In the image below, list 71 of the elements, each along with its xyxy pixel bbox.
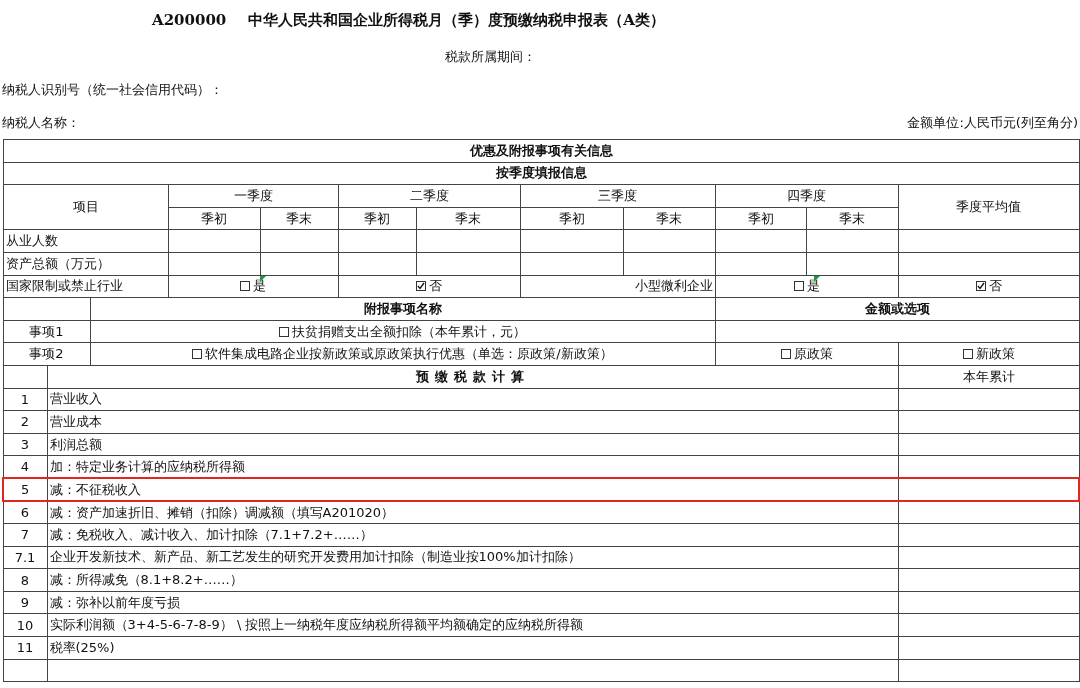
option-label: 新政策 [975, 345, 1015, 364]
checkbox[interactable] [780, 349, 791, 360]
form-code: A200000 [152, 11, 227, 29]
column-header: 季初 [168, 207, 260, 230]
row-label: 实际利润额（3+4-5-6-7-8-9） \ 按照上一纳税年度应纳税所得额平均额确定的应纳税所得额 [47, 613, 898, 637]
option-label: 否 [988, 277, 1002, 296]
row-label: 减：免税收入、减计收入、加计扣除（7.1+7.2+……） [47, 523, 898, 547]
option-label: 软件集成电路企业按新政策或原政策执行优惠（单选：原政策/新政策） [205, 345, 613, 364]
row-label: 国家限制或禁止行业 [3, 275, 168, 298]
row-number: 2 [3, 410, 47, 434]
row-number: 7.1 [3, 546, 47, 569]
row-label: 从业人数 [3, 229, 168, 253]
form-title: 中华人民共和国企业所得税月（季）度预缴纳税申报表（A类） [248, 10, 665, 30]
column-header: 金额或选项 [715, 297, 1080, 321]
row-number: 10 [3, 613, 47, 637]
checkbox[interactable] [279, 326, 289, 337]
checkbox[interactable] [416, 281, 426, 292]
row-label: 利润总额 [47, 433, 898, 456]
row-label: 事项2 [3, 342, 90, 366]
row-label: 减：所得减免（8.1+8.2+……） [47, 568, 898, 592]
option-label: 否 [429, 277, 442, 296]
row-number: 8 [3, 568, 47, 592]
column-header: 附报事项名称 [90, 297, 715, 321]
row-label: 营业成本 [47, 410, 898, 434]
column-header: 本年累计 [898, 365, 1080, 389]
column-header: 三季度 [520, 184, 715, 208]
row-label: 减：不征税收入 [47, 478, 898, 501]
section-heading: 按季度填报信息 [3, 162, 1080, 185]
row-label: 加：特定业务计算的应纳税所得额 [47, 455, 898, 479]
row-label: 小型微利企业 [520, 275, 715, 298]
checkbox[interactable] [793, 281, 804, 292]
row-number: 11 [3, 636, 47, 660]
column-header: 预缴税款计算 [47, 365, 898, 389]
row-number: 9 [3, 591, 47, 614]
column-header: 季初 [715, 207, 806, 230]
column-header: 季度平均值 [898, 184, 1080, 230]
checkbox[interactable] [975, 281, 986, 292]
column-header: 季初 [338, 207, 416, 230]
column-header: 二季度 [338, 184, 520, 208]
option-label: 是 [253, 277, 266, 296]
row-label: 减：弥补以前年度亏损 [47, 591, 898, 614]
column-header: 季末 [416, 207, 520, 230]
row-number: 6 [3, 501, 47, 524]
column-header: 季初 [520, 207, 623, 230]
row-number: 4 [3, 455, 47, 479]
column-header: 四季度 [715, 184, 898, 208]
column-header: 一季度 [168, 184, 338, 208]
taxpayer-id-label: 纳税人识别号（统一社会信用代码）： [2, 80, 223, 99]
row-number: 3 [3, 433, 47, 456]
currency-note: 金额单位:人民币元(列至角分) [907, 113, 1078, 132]
column-header: 季末 [623, 207, 715, 230]
row-label: 减：资产加速折旧、摊销（扣除）调减额（填写A201020） [47, 501, 898, 524]
column-header: 季末 [260, 207, 338, 230]
row-label: 税率(25%) [47, 636, 898, 660]
column-header: 项目 [3, 184, 168, 230]
period-label: 税款所属期间： [444, 47, 536, 66]
taxpayer-name-label: 纳税人名称： [2, 113, 80, 132]
row-number: 1 [3, 388, 47, 411]
checkbox[interactable] [962, 349, 973, 360]
row-label: 营业收入 [47, 388, 898, 411]
checkbox[interactable] [192, 349, 203, 360]
option-label: 原政策 [793, 345, 833, 364]
row-number: 7 [3, 523, 47, 547]
section-heading: 优惠及附报事项有关信息 [3, 139, 1080, 163]
row-label: 事项1 [3, 320, 90, 343]
row-number: 5 [3, 478, 47, 501]
option-label: 是 [806, 277, 820, 296]
row-label: 企业开发新技术、新产品、新工艺发生的研究开发费用加计扣除（制造业按100%加计扣除） [47, 546, 898, 569]
option-label: 扶贫捐赠支出全额扣除（本年累计，元） [292, 322, 526, 341]
row-label: 资产总额（万元） [3, 252, 168, 276]
checkbox[interactable] [240, 281, 250, 292]
